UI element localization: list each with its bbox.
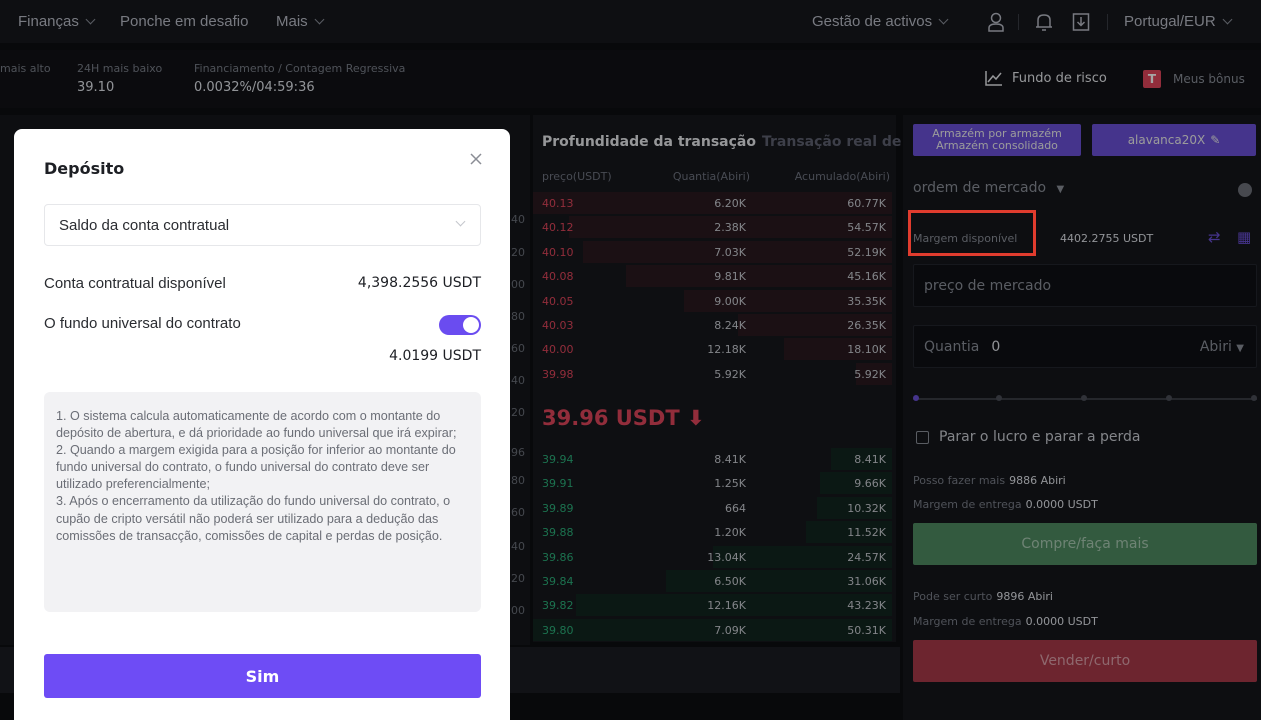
- available-row: Conta contratual disponível 4,398.2556 U…: [44, 275, 481, 292]
- universal-fund-value: 4.0199 USDT: [389, 348, 481, 364]
- note-item: 1. O sistema calcula automaticamente de …: [56, 409, 457, 441]
- account-select-value: Saldo da conta contratual: [59, 216, 230, 234]
- confirm-label: Sim: [245, 666, 280, 686]
- account-select[interactable]: Saldo da conta contratual: [44, 204, 481, 246]
- universal-fund-row: O fundo universal do contrato: [44, 315, 481, 332]
- available-value: 4,398.2556 USDT: [357, 275, 481, 291]
- highlight-box: [908, 210, 1036, 256]
- confirm-button[interactable]: Sim: [44, 654, 481, 698]
- deposit-modal: Depósito Saldo da conta contratual Conta…: [14, 129, 510, 720]
- notes-box: 1. O sistema calcula automaticamente de …: [44, 392, 481, 612]
- universal-fund-label: O fundo universal do contrato: [44, 315, 241, 332]
- available-label: Conta contratual disponível: [44, 275, 226, 292]
- toggle-knob: [463, 317, 479, 333]
- chevron-down-icon: [455, 216, 466, 227]
- universal-fund-toggle[interactable]: [439, 315, 481, 335]
- note-item: 2. Quando a margem exigida para a posiçã…: [56, 443, 456, 492]
- close-icon[interactable]: [468, 151, 484, 167]
- modal-title: Depósito: [44, 159, 125, 178]
- note-item: 3. Após o encerramento da utilização do …: [56, 494, 451, 543]
